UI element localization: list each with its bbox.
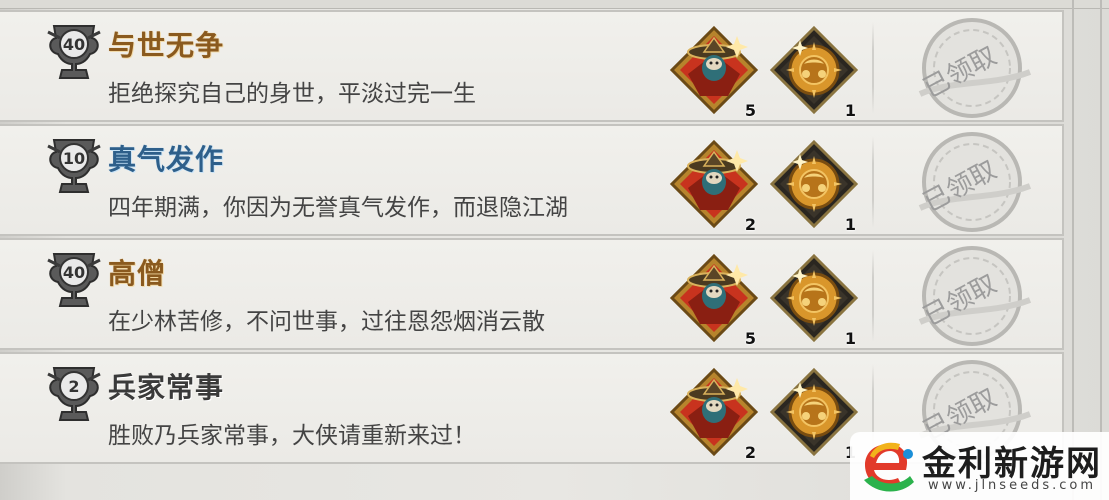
reward-slot-2[interactable]: 1 xyxy=(768,366,860,462)
reward-slot-1[interactable]: 2 xyxy=(668,138,760,234)
reward-slot-2[interactable]: 1 xyxy=(768,138,860,234)
row-divider xyxy=(872,250,874,342)
trophy-badge-icon: 10 xyxy=(47,139,101,193)
frame-line xyxy=(1100,0,1102,500)
watermark-logo-icon xyxy=(864,442,914,492)
achievement-title: 高僧 xyxy=(108,257,167,290)
achievement-row[interactable]: 40 与世无争 拒绝探究自己的身世，平淡过完一生 5 1 已领取 xyxy=(0,10,1064,122)
claimed-stamp: 已领取 xyxy=(910,130,1040,238)
achievement-title: 与世无争 xyxy=(108,29,225,62)
watermark-url: www.jlnseeds.com xyxy=(928,478,1096,493)
trophy-level: 40 xyxy=(63,35,85,54)
achievement-description: 在少林苦修，不问世事，过往恩怨烟消云散 xyxy=(108,309,545,335)
reward-slot-1[interactable]: 5 xyxy=(668,24,760,120)
trophy-level: 2 xyxy=(68,377,79,396)
row-divider xyxy=(872,136,874,228)
reward-count: 2 xyxy=(744,215,756,234)
achievement-title: 兵家常事 xyxy=(108,371,225,404)
achievement-panel: 40 与世无争 拒绝探究自己的身世，平淡过完一生 5 1 已领取 10 真气发作… xyxy=(0,0,1109,500)
reward-count: 2 xyxy=(744,443,756,462)
watermark: 金利新游网 www.jlnseeds.com xyxy=(850,432,1109,500)
frame-line xyxy=(1072,0,1074,500)
achievement-row[interactable]: 10 真气发作 四年期满，你因为无誉真气发作，而退隐江湖 2 1 已领取 xyxy=(0,124,1064,236)
claimed-stamp: 已领取 xyxy=(910,244,1040,352)
claimed-stamp: 已领取 xyxy=(910,16,1040,124)
top-strip xyxy=(0,0,1109,9)
reward-slot-1[interactable]: 5 xyxy=(668,252,760,348)
reward-count: 5 xyxy=(744,101,756,120)
achievement-description: 拒绝探究自己的身世，平淡过完一生 xyxy=(108,81,476,107)
trophy-level: 10 xyxy=(63,149,85,168)
reward-slot-2[interactable]: 1 xyxy=(768,252,860,348)
row-divider xyxy=(872,22,874,114)
reward-count: 5 xyxy=(744,329,756,348)
achievement-title: 真气发作 xyxy=(108,143,225,176)
trophy-badge-icon: 40 xyxy=(47,25,101,79)
trophy-badge-icon: 2 xyxy=(47,367,101,421)
reward-count: 1 xyxy=(844,101,856,120)
achievement-description: 四年期满，你因为无誉真气发作，而退隐江湖 xyxy=(108,195,568,221)
trophy-level: 40 xyxy=(63,263,85,282)
achievement-description: 胜败乃兵家常事，大侠请重新来过！ xyxy=(108,423,476,449)
achievement-row[interactable]: 40 高僧 在少林苦修，不问世事，过往恩怨烟消云散 5 1 已领取 xyxy=(0,238,1064,350)
reward-count: 1 xyxy=(844,329,856,348)
reward-slot-2[interactable]: 1 xyxy=(768,24,860,120)
reward-slot-1[interactable]: 2 xyxy=(668,366,760,462)
trophy-badge-icon: 40 xyxy=(47,253,101,307)
reward-count: 1 xyxy=(844,215,856,234)
